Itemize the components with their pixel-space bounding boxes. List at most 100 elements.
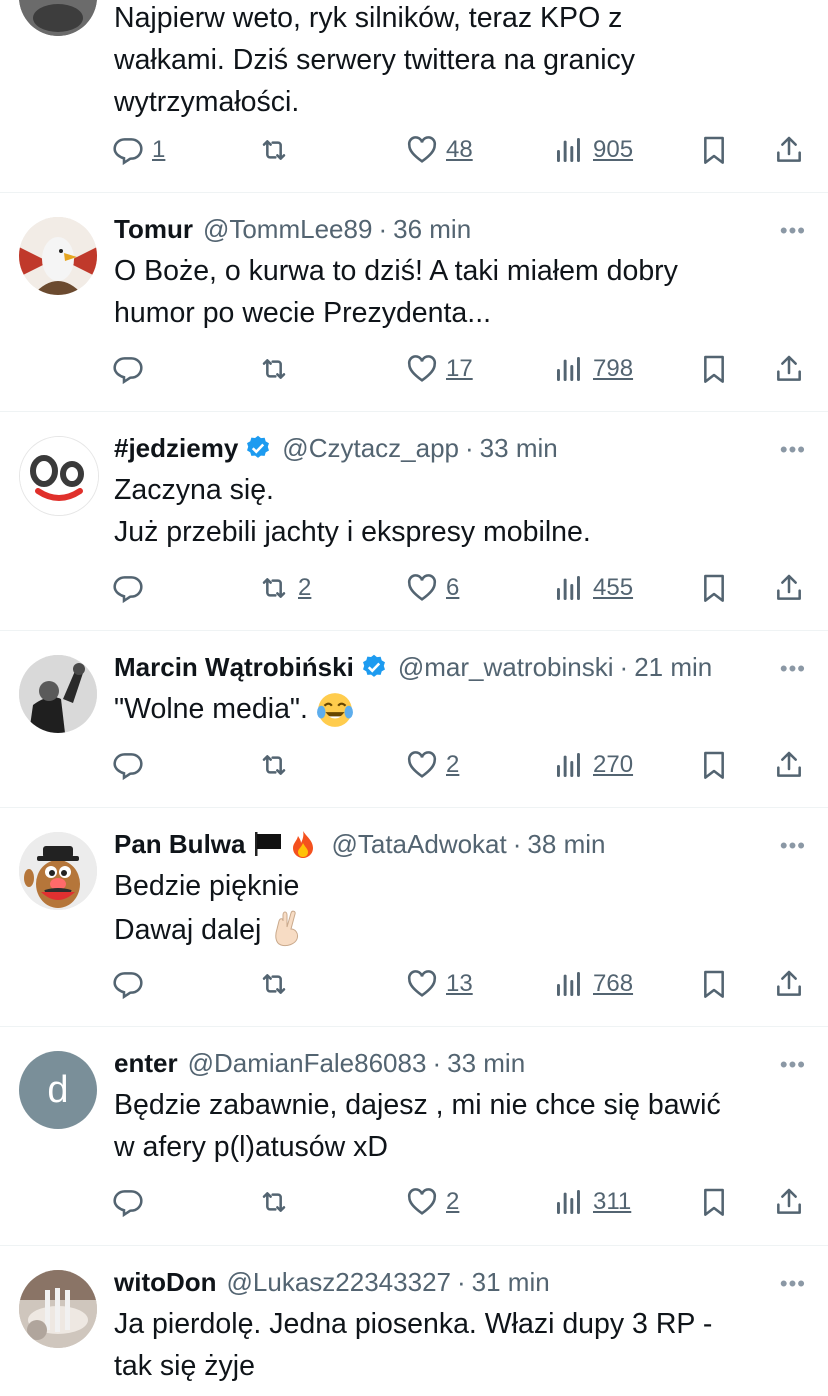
bookmark-button[interactable] (698, 572, 730, 604)
tweet-text: Najpierw weto, ryk silników, teraz KPO z… (114, 2, 636, 118)
like-button[interactable]: 17 (406, 353, 473, 385)
author-name[interactable]: enter (114, 1047, 178, 1079)
heart-icon (406, 1186, 438, 1218)
black-flag-icon (255, 832, 282, 856)
retweet-button[interactable]: 2 (258, 572, 311, 604)
views-count: 455 (593, 574, 634, 601)
views-button[interactable]: 311 (553, 1186, 631, 1218)
tweet-actions: 13 768 (0, 964, 828, 1004)
like-count: 48 (446, 136, 473, 163)
views-button[interactable]: 768 (553, 968, 633, 1000)
tweet-header: #jedziemy @Czytacz_app · 33 min (114, 432, 558, 464)
share-icon (773, 968, 805, 1000)
separator (0, 411, 828, 412)
author-name[interactable]: Pan Bulwa (114, 828, 245, 860)
tweet-actions: 2 6 455 (0, 568, 828, 608)
reply-button[interactable] (112, 968, 144, 1000)
bookmark-icon (698, 572, 730, 604)
reply-button[interactable] (112, 353, 144, 385)
retweet-button[interactable] (258, 134, 290, 166)
more-icon[interactable]: ••• (780, 1273, 806, 1295)
views-button[interactable]: 455 (553, 572, 633, 604)
bookmark-icon (698, 749, 730, 781)
timestamp[interactable]: 38 min (527, 828, 605, 860)
author-name[interactable]: witoDon (114, 1266, 217, 1298)
bookmark-button[interactable] (698, 1186, 730, 1218)
tweet-text: Będzie zabawnie, dajesz , mi nie chce si… (114, 1089, 721, 1163)
more-icon[interactable]: ••• (780, 835, 806, 857)
author-handle[interactable]: @TataAdwokat (331, 828, 506, 860)
avatar[interactable] (19, 1270, 97, 1348)
timestamp[interactable]: 33 min (447, 1047, 525, 1079)
like-button[interactable]: 2 (406, 749, 459, 781)
share-icon (773, 134, 805, 166)
retweet-icon (258, 353, 290, 385)
bookmark-button[interactable] (698, 968, 730, 1000)
views-icon (553, 749, 585, 781)
views-count: 270 (593, 751, 634, 778)
reply-button[interactable]: 1 (112, 134, 165, 166)
views-button[interactable]: 270 (553, 749, 633, 781)
author-name[interactable]: Tomur (114, 213, 193, 245)
separator-dot: · (432, 1048, 442, 1078)
retweet-button[interactable] (258, 353, 290, 385)
heart-icon (406, 353, 438, 385)
like-button[interactable]: 13 (406, 968, 473, 1000)
tweet-text: Bedzie pięknie Dawaj dalej (114, 865, 804, 951)
timestamp[interactable]: 33 min (480, 432, 558, 464)
like-count: 6 (446, 574, 460, 601)
retweet-button[interactable] (258, 1186, 290, 1218)
avatar[interactable]: d (19, 1051, 97, 1129)
heart-icon (406, 134, 438, 166)
share-button[interactable] (773, 1186, 805, 1218)
more-icon[interactable]: ••• (780, 439, 806, 461)
views-icon (553, 353, 585, 385)
reply-button[interactable] (112, 749, 144, 781)
author-name[interactable]: Marcin Wątrobiński (114, 651, 354, 683)
share-button[interactable] (773, 134, 805, 166)
more-icon[interactable]: ••• (780, 658, 806, 680)
author-handle[interactable]: @DamianFale86083 (188, 1047, 427, 1079)
like-button[interactable]: 6 (406, 572, 459, 604)
tweet-text: Zaczyna się. Już przebili jachty i ekspr… (114, 474, 591, 548)
bookmark-button[interactable] (698, 134, 730, 166)
bookmark-button[interactable] (698, 353, 730, 385)
author-handle[interactable]: @Czytacz_app (282, 432, 459, 464)
reply-icon (112, 134, 144, 166)
author-handle[interactable]: @mar_watrobinski (398, 651, 614, 683)
share-button[interactable] (773, 353, 805, 385)
timestamp[interactable]: 36 min (393, 213, 471, 245)
more-icon[interactable]: ••• (780, 220, 806, 242)
avatar[interactable] (19, 655, 97, 733)
like-button[interactable]: 2 (406, 1186, 459, 1218)
reply-button[interactable] (112, 572, 144, 604)
avatar[interactable] (19, 436, 99, 516)
verified-badge-icon (247, 435, 270, 458)
retweet-button[interactable] (258, 968, 290, 1000)
author-name[interactable]: #jedziemy (114, 432, 238, 464)
avatar[interactable] (19, 832, 97, 910)
share-button[interactable] (773, 749, 805, 781)
avatar[interactable] (19, 217, 97, 295)
fire-icon (293, 831, 314, 858)
author-handle[interactable]: @TommLee89 (203, 213, 372, 245)
bookmark-icon (698, 968, 730, 1000)
reply-button[interactable] (112, 1186, 144, 1218)
views-icon (553, 134, 585, 166)
views-button[interactable]: 798 (553, 353, 633, 385)
share-button[interactable] (773, 572, 805, 604)
retweet-button[interactable] (258, 749, 290, 781)
share-button[interactable] (773, 968, 805, 1000)
reply-count: 1 (152, 136, 166, 163)
retweet-icon (258, 134, 290, 166)
avatar[interactable] (19, 0, 97, 36)
like-button[interactable]: 48 (406, 134, 473, 166)
more-icon[interactable]: ••• (780, 1054, 806, 1076)
separator (0, 807, 828, 808)
views-button[interactable]: 905 (553, 134, 633, 166)
timestamp[interactable]: 21 min (634, 651, 712, 683)
author-handle[interactable]: @Lukasz22343327 (227, 1266, 451, 1298)
timestamp[interactable]: 31 min (472, 1266, 550, 1298)
avatar-letter: d (47, 1069, 69, 1111)
bookmark-button[interactable] (698, 749, 730, 781)
